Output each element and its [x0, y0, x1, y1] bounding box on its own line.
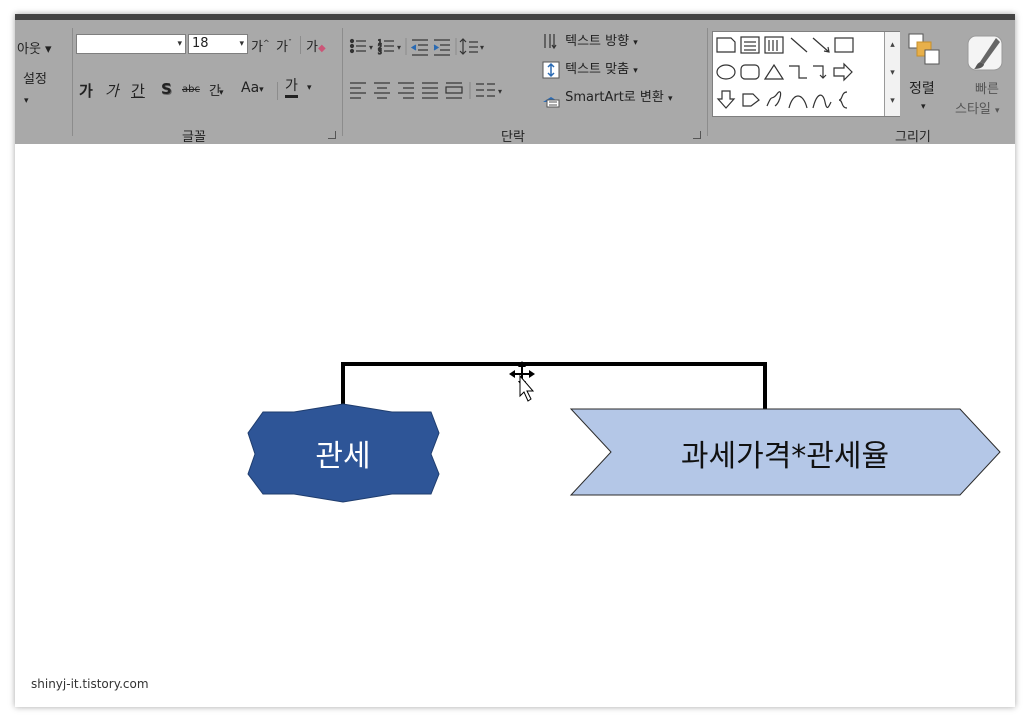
rounded-rect-snip-icon [716, 37, 736, 53]
grow-font-icon[interactable]: 가^ [251, 36, 270, 55]
oval-icon [716, 64, 736, 80]
underline-button[interactable]: 간 [131, 80, 145, 101]
shape-right-label: 과세가격*관세율 [681, 439, 889, 474]
paragraph-group-label: 단락 [501, 130, 525, 145]
chevron-down-icon: ▾ [177, 39, 182, 49]
layout-label: 아웃 [17, 42, 41, 57]
brace-icon [838, 91, 848, 109]
move-cursor-icon [509, 361, 535, 402]
font-group-label: 글꼴 [182, 130, 206, 145]
text-box-icon [740, 36, 760, 54]
bullets-icon [349, 38, 366, 54]
text-direction-button[interactable]: 텍스트 방향 ▾ [541, 30, 638, 52]
paragraph-row1-icons: ▾ 123 ▾ ▾ [349, 38, 484, 57]
align-right-icon [398, 82, 414, 99]
svg-text:▾: ▾ [480, 43, 484, 52]
text-direction-icon [544, 33, 557, 49]
justify-icon [422, 82, 438, 99]
chevron-down-icon: ▾ [921, 102, 926, 112]
right-arrow-icon [833, 62, 853, 82]
gallery-scroll-up[interactable]: ▴ [884, 32, 900, 60]
align-center-icon [374, 82, 390, 99]
rectangle-icon [834, 37, 854, 53]
scribble-icon [766, 91, 782, 107]
text-direction-label: 텍스트 방향 [565, 34, 630, 49]
chevron-down-icon[interactable]: ▾ [307, 83, 312, 93]
quick-styles-label-line2: 스타일 ▾ [955, 102, 1000, 117]
slide-drawing: 관세 과세가격*관세율 [247, 361, 1001, 503]
watermark: shinyj-it.tistory.com [31, 677, 149, 691]
rounded-rectangle-icon [740, 64, 760, 80]
separator [300, 36, 301, 54]
group-separator [707, 28, 708, 136]
convert-smartart-button[interactable]: SmartArt로 변환 ▾ [541, 86, 672, 108]
group-separator [72, 28, 73, 136]
freeform-shape-icon [742, 93, 760, 107]
font-dialog-launcher-icon[interactable] [328, 131, 336, 139]
numbering-icon: 123 [377, 38, 394, 57]
layout-button[interactable]: 아웃 ▾ [17, 38, 52, 57]
font-color-button[interactable]: 가 [285, 78, 298, 98]
curve-icon [812, 94, 832, 109]
triangle-icon [763, 63, 785, 80]
italic-button[interactable]: 가 [105, 80, 119, 101]
font-size-combobox[interactable]: 18 ▾ [188, 34, 248, 54]
app-window: 아웃 ▾ 설정 ▾ ▾ 18 ▾ 가^ 가ˇ 가◆ 가 가 간 S abc 간▾… [15, 14, 1015, 707]
separator [277, 82, 278, 100]
down-arrow-icon [716, 90, 736, 109]
decrease-indent-icon [410, 39, 428, 56]
paragraph-row2-icons: ▾ [350, 82, 502, 99]
columns-icon [476, 83, 495, 97]
align-left-icon [350, 82, 366, 99]
quick-styles-label-line1: 빠른 [975, 82, 999, 97]
align-text-icon [542, 61, 560, 78]
shadow-button[interactable]: S [161, 80, 172, 98]
arrange-label: 정렬 [909, 81, 935, 97]
paragraph-dialog-launcher-icon[interactable] [693, 131, 701, 139]
font-size-value: 18 [192, 36, 209, 51]
svg-text:▾: ▾ [397, 43, 401, 52]
character-spacing-button[interactable]: 간▾ [209, 80, 224, 99]
strikethrough-button[interactable]: abc [182, 84, 200, 95]
settings-label[interactable]: 설정 [23, 68, 47, 87]
chevron-down-icon: ▾ [239, 39, 244, 49]
shapes-gallery[interactable]: ▴ ▾ ▾ [712, 31, 900, 117]
svg-text:▾: ▾ [498, 87, 502, 96]
shape-left-label: 관세 [315, 439, 370, 474]
elbow-connector[interactable] [341, 362, 767, 412]
smartart-icon [543, 96, 560, 107]
quick-styles-button[interactable]: 빠른 스타일 ▾ [955, 32, 1015, 124]
arc-icon [788, 95, 808, 109]
align-text-label: 텍스트 맞춤 [565, 62, 630, 77]
drawing-group-label: 그리기 [895, 130, 931, 145]
slide-canvas[interactable]: 관세 과세가격*관세율 [15, 144, 1015, 707]
svg-text:3: 3 [378, 49, 382, 56]
ribbon: 아웃 ▾ 설정 ▾ ▾ 18 ▾ 가^ 가ˇ 가◆ 가 가 간 S abc 간▾… [15, 20, 1015, 145]
quick-styles-icon [967, 35, 1003, 71]
gallery-scroll-down[interactable]: ▾ [884, 60, 900, 88]
shrink-font-icon[interactable]: 가ˇ [276, 36, 292, 55]
increase-indent-icon [433, 39, 450, 56]
font-name-combobox[interactable]: ▾ [76, 34, 186, 54]
align-text-button[interactable]: 텍스트 맞춤 ▾ [541, 58, 638, 80]
elbow-connector-icon [789, 65, 807, 79]
vertical-text-box-icon [764, 36, 784, 54]
svg-text:▾: ▾ [369, 43, 373, 52]
arrange-icon [908, 33, 940, 65]
distributed-icon [445, 82, 463, 99]
arrow-line-icon [812, 37, 830, 53]
shapes-gallery-icons [716, 36, 854, 109]
gallery-more-button[interactable]: ▾ [884, 88, 900, 116]
line-spacing-icon [459, 38, 478, 55]
change-case-button[interactable]: Aa▾ [241, 80, 264, 96]
group-separator [342, 28, 343, 136]
settings-dropdown-icon[interactable]: ▾ [24, 96, 29, 106]
arrange-button[interactable]: 정렬 ▾ [907, 32, 947, 124]
line-icon [790, 37, 808, 53]
smartart-label: SmartArt로 변환 [565, 90, 664, 105]
bold-button[interactable]: 가 [79, 80, 93, 101]
clear-format-icon[interactable]: 가◆ [306, 36, 326, 55]
elbow-arrow-icon [813, 65, 827, 79]
